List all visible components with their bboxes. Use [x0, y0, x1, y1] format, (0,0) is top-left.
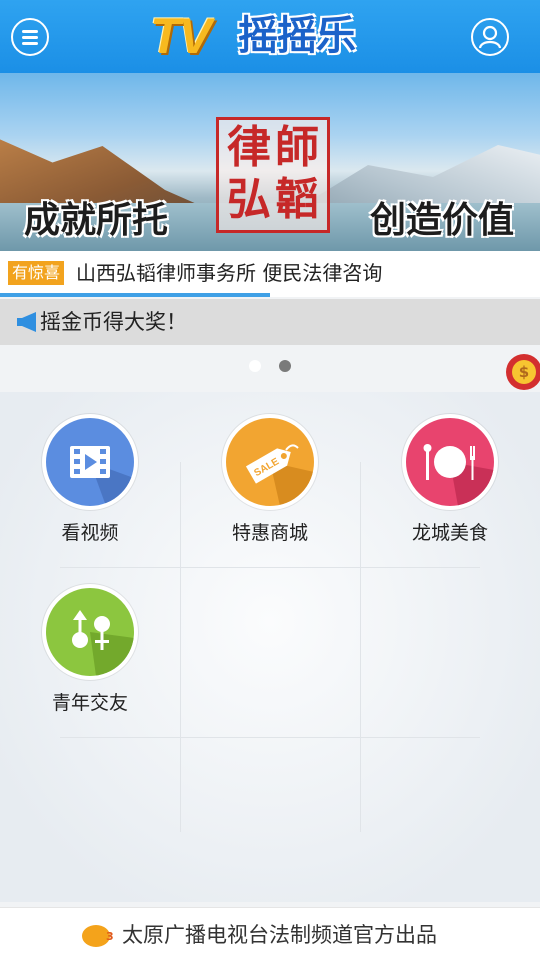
seal-text: 律師弘韜 — [227, 122, 323, 225]
logo-tv-text: TV — [150, 8, 212, 64]
plate-utensils-icon — [402, 414, 498, 510]
footer-bar: 3 太原广播电视台法制频道官方出品 — [0, 907, 540, 960]
coin-icon: $ — [512, 360, 536, 384]
ad-banner[interactable]: 律師弘韜 成就所托 创造价值 — [0, 73, 540, 251]
channel-logo-number: 3 — [106, 930, 114, 943]
grid-divider — [60, 737, 480, 738]
gender-symbols-icon — [42, 584, 138, 680]
announcement-text: 摇金币得大奖！ — [40, 310, 187, 334]
announcement-bar[interactable]: 摇金币得大奖！ — [0, 299, 540, 345]
logo-cn-text: 摇摇乐 — [238, 13, 356, 59]
grid-item-label: 看视频 — [61, 522, 119, 544]
grid-item-dating[interactable]: 青年交友 — [0, 562, 180, 732]
surprise-tag: 有惊喜 — [8, 261, 65, 285]
user-icon — [479, 25, 501, 49]
banner-slogan-right: 创造价值 — [370, 200, 515, 241]
notice-text: 山西弘韬律师事务所 便民法律咨询 — [76, 261, 383, 285]
grid-item-video[interactable]: 看视频 — [0, 392, 180, 562]
film-icon — [42, 414, 138, 510]
app-logo: TV 摇摇乐 — [150, 8, 380, 64]
notice-bar[interactable]: 有惊喜 山西弘韬律师事务所 便民法律咨询 — [0, 251, 540, 297]
sale-tag-icon: SALE — [222, 414, 318, 510]
megaphone-icon — [17, 312, 36, 332]
law-firm-seal: 律師弘韜 — [216, 117, 330, 233]
menu-icon-bar — [22, 36, 38, 39]
grid-item-food[interactable]: 龙城美食 — [360, 392, 540, 562]
pager-dot-active[interactable] — [279, 360, 291, 372]
user-button[interactable] — [471, 18, 509, 56]
grid-item-label: 青年交友 — [51, 692, 128, 714]
banner-progress — [0, 293, 270, 297]
grid-item-shop[interactable]: SALE 特惠商城 — [180, 392, 360, 562]
banner-slogan-left: 成就所托 — [24, 200, 169, 241]
menu-icon-bar — [22, 42, 38, 45]
feature-grid: 看视频 SALE 特惠商城 龙城美食 青年交友 — [0, 392, 540, 902]
grid-item-label: 特惠商城 — [231, 522, 308, 544]
footer-text: 太原广播电视台法制频道官方出品 — [122, 923, 437, 947]
pager-dot[interactable] — [249, 360, 261, 372]
menu-button[interactable] — [11, 18, 49, 56]
menu-icon — [22, 30, 38, 33]
app-header: TV 摇摇乐 — [0, 0, 540, 73]
coin-button[interactable]: $ — [506, 354, 540, 390]
grid-item-label: 龙城美食 — [411, 522, 488, 544]
